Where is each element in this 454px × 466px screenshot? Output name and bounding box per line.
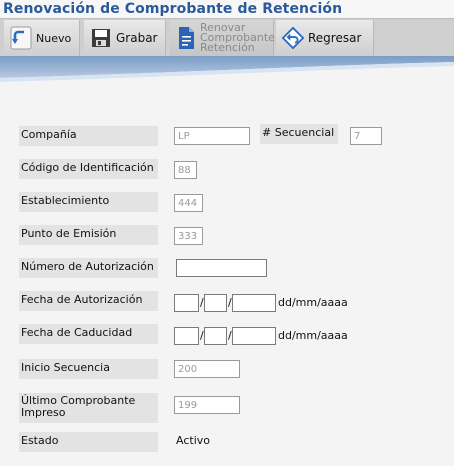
punto-emision-input[interactable]: 333	[174, 227, 203, 245]
fecha-autorizacion-label: Fecha de Autorización	[19, 291, 158, 311]
return-arrow-icon	[282, 25, 304, 51]
estado-label: Estado	[19, 432, 158, 452]
compania-input[interactable]: LP	[174, 127, 250, 145]
fecha-cad-day-input[interactable]	[174, 327, 199, 345]
form-area: Compañía LP # Secuencial 7 Código de Ide…	[0, 82, 454, 466]
title-bar: Renovación de Comprobante de Retención	[0, 0, 454, 18]
fecha-cad-year-input[interactable]	[232, 327, 276, 345]
header-band	[0, 56, 454, 82]
fecha-cad-format: dd/mm/aaaa	[278, 329, 348, 342]
punto-emision-label: Punto de Emisión	[19, 225, 158, 245]
autorizacion-label: Número de Autorización	[19, 258, 158, 278]
fecha-aut-format: dd/mm/aaaa	[278, 296, 348, 309]
fecha-caducidad-label: Fecha de Caducidad	[19, 324, 158, 344]
fecha-aut-day-input[interactable]	[174, 294, 199, 312]
renovar-comprobante-button[interactable]: Renovar Comprobante Retención	[170, 20, 275, 56]
nuevo-label: Nuevo	[36, 31, 72, 45]
secuencial-input[interactable]: 7	[350, 127, 382, 145]
grabar-label: Grabar	[116, 30, 158, 45]
toolbar: Nuevo Grabar Renovar Comprobante Retenci…	[0, 18, 454, 57]
compania-label: Compañía	[19, 126, 158, 146]
fecha-aut-month-input[interactable]	[204, 294, 227, 312]
autorizacion-input[interactable]	[176, 259, 267, 277]
new-arrow-icon	[10, 25, 32, 51]
renovar-label: Renovar Comprobante Retención	[200, 22, 275, 54]
renovar-line3: Retención	[200, 41, 255, 54]
regresar-label: Regresar	[308, 30, 362, 45]
document-icon	[176, 25, 196, 51]
inicio-secuencia-label: Inicio Secuencia	[19, 359, 158, 379]
save-disk-icon	[90, 25, 112, 51]
fecha-aut-year-input[interactable]	[232, 294, 276, 312]
inicio-secuencia-input[interactable]: 200	[174, 360, 240, 378]
grabar-button[interactable]: Grabar	[84, 20, 166, 56]
regresar-button[interactable]: Regresar	[276, 20, 374, 56]
establecimiento-label: Establecimiento	[19, 192, 158, 212]
fecha-cad-month-input[interactable]	[204, 327, 227, 345]
nuevo-button[interactable]: Nuevo	[4, 20, 80, 56]
ultimo-comprobante-input[interactable]: 199	[174, 396, 240, 414]
codigo-input[interactable]: 88	[174, 161, 197, 179]
secuencial-label: # Secuencial	[260, 124, 338, 144]
estado-value: Activo	[176, 434, 210, 447]
window-title: Renovación de Comprobante de Retención	[3, 1, 343, 17]
ultimo-label-line2: Impreso	[21, 406, 66, 419]
establecimiento-input[interactable]: 444	[174, 194, 203, 212]
codigo-label: Código de Identificación	[19, 159, 158, 179]
ultimo-comprobante-label: Último Comprobante Impreso	[19, 393, 158, 423]
